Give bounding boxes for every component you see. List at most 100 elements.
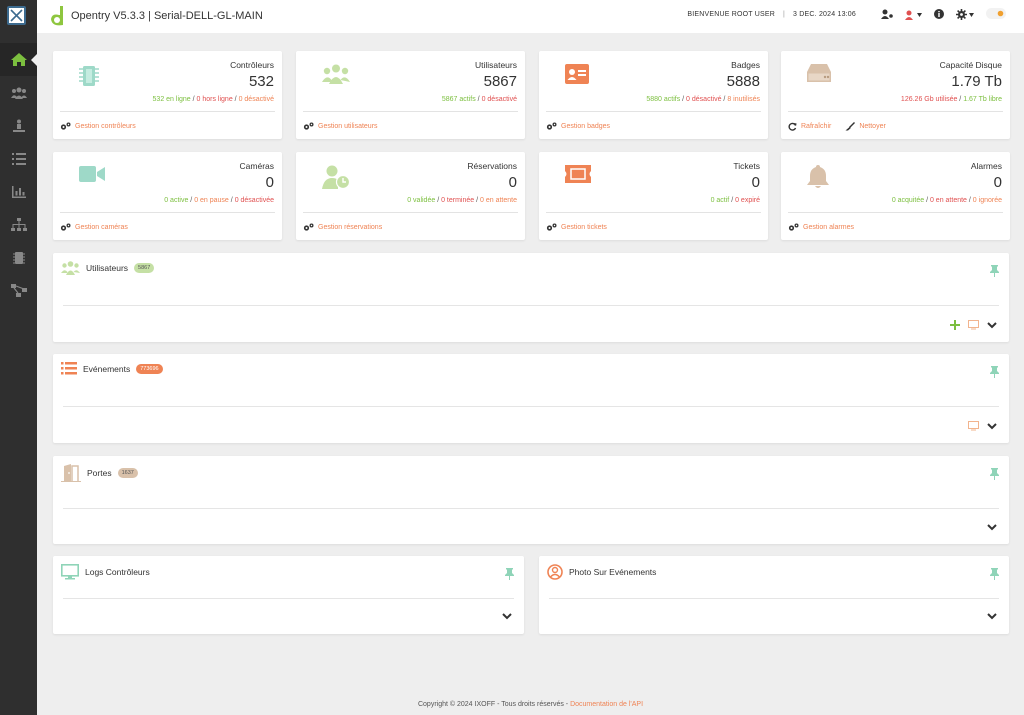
monitor-icon: [968, 421, 979, 431]
sidebar-item-users[interactable]: [0, 76, 37, 109]
app-title: Opentry V5.3.3 | Serial-DELL-GL-MAIN: [71, 10, 263, 22]
settings-button[interactable]: [956, 9, 974, 20]
bell-icon: [807, 165, 829, 191]
cogs-icon: [303, 122, 314, 130]
users-panel: Utilisateurs 5867: [53, 253, 1009, 342]
caret-down-icon: [969, 12, 974, 17]
pin-icon: [990, 568, 999, 580]
pin-button[interactable]: [990, 468, 999, 482]
users-icon: [10, 87, 27, 99]
refresh-link[interactable]: Rafraîchir: [801, 123, 831, 130]
card-value: 1.79 Tb: [951, 73, 1002, 90]
manage-link[interactable]: Gestion badges: [561, 123, 610, 130]
stat-value: 5880 actifs: [646, 96, 681, 103]
sidebar-item-structure[interactable]: [0, 208, 37, 241]
card-title: Alarmes: [970, 161, 1002, 171]
info-button[interactable]: [934, 8, 944, 21]
manage-link[interactable]: Gestion alarmes: [803, 224, 854, 231]
sidebar-item-access[interactable]: [0, 109, 37, 142]
pin-button[interactable]: [990, 265, 999, 279]
manage-link[interactable]: Gestion utilisateurs: [318, 123, 378, 130]
card-controleurs: Contrôleurs 532 532 en ligne / 0 hors lign…: [53, 51, 282, 139]
stat-value: 0 actif: [710, 197, 730, 204]
sidebar-item-stats[interactable]: [0, 175, 37, 208]
chevron-down-icon: [502, 613, 512, 620]
chip-icon: [79, 64, 99, 90]
stat-value: 1.67 Tb libre: [963, 96, 1002, 103]
chevron-down-icon: [987, 613, 997, 620]
plus-icon: [950, 320, 960, 330]
chevron-down-icon: [987, 322, 997, 329]
divider: [303, 212, 518, 213]
pin-button[interactable]: [990, 366, 999, 380]
gear-icon: [956, 9, 967, 20]
manage-link[interactable]: Gestion tickets: [561, 224, 607, 231]
events-panel-controls: [968, 421, 997, 433]
expand-button[interactable]: [502, 612, 512, 622]
topbar: Opentry V5.3.3 | Serial-DELL-GL-MAIN BIE…: [37, 0, 1024, 33]
caret-down-icon: [917, 12, 922, 17]
add-user-button[interactable]: [950, 320, 960, 332]
users-panel-title: Utilisateurs: [86, 263, 129, 273]
events-panel-title: Evénements: [83, 363, 131, 374]
manage-link[interactable]: Gestion réservations: [318, 224, 382, 231]
display-button[interactable]: [968, 320, 979, 332]
sidebar-item-network[interactable]: [0, 274, 37, 307]
chevron-down-icon: [987, 524, 997, 531]
expand-button[interactable]: [987, 523, 997, 533]
chip-icon: [12, 251, 25, 264]
photo-panel: Photo Sur Evénements: [539, 556, 1009, 634]
pin-button[interactable]: [990, 568, 999, 582]
user-settings-button[interactable]: [881, 9, 893, 21]
manage-link[interactable]: Gestion caméras: [75, 224, 128, 231]
card-title: Caméras: [239, 161, 274, 171]
door-icon: [61, 464, 81, 482]
theme-toggle[interactable]: [986, 8, 1006, 21]
app-logo[interactable]: [7, 6, 26, 25]
info-icon: [934, 8, 944, 19]
sidebar-item-controllers[interactable]: [0, 241, 37, 274]
pin-icon: [990, 366, 999, 378]
pin-button[interactable]: [505, 568, 514, 582]
card-alarmes: Alarmes 0 0 acquitée / 0 en attente / 0 ig…: [781, 152, 1010, 240]
sidebar-item-home[interactable]: [0, 43, 38, 76]
monitor-icon: [61, 564, 79, 580]
expand-button[interactable]: [987, 321, 997, 331]
stat-value: 532 en ligne: [152, 96, 191, 103]
photo-panel-title: Photo Sur Evénements: [569, 567, 657, 577]
stat-value: 0 acquitée: [891, 197, 925, 204]
topbar-actions: [881, 8, 1006, 21]
card-footer: Rafraîchir Nettoyer: [788, 122, 886, 131]
users-count-badge: 5867: [134, 263, 155, 273]
sitemap-icon: [10, 218, 27, 231]
footer: Copyright © 2024 IXOFF - Tous droits rés…: [37, 701, 1024, 708]
manage-link[interactable]: Gestion contrôleurs: [75, 123, 136, 130]
chevron-down-icon: [987, 423, 997, 430]
user-circle-icon: [547, 564, 563, 580]
expand-button[interactable]: [987, 422, 997, 432]
divider: [546, 212, 761, 213]
pin-icon: [505, 568, 514, 580]
user-alert-button[interactable]: [905, 10, 922, 20]
ticket-icon: [565, 165, 591, 185]
api-doc-link[interactable]: Documentation de l'API: [570, 701, 643, 708]
card-footer: Gestion contrôleurs: [60, 122, 136, 131]
card-footer: Gestion utilisateurs: [303, 122, 378, 131]
display-button[interactable]: [968, 421, 979, 433]
sidebar-item-events[interactable]: [0, 142, 37, 175]
stat-value: 0 désactivé: [481, 96, 517, 103]
list-icon: [11, 152, 26, 165]
network-icon: [10, 284, 27, 297]
card-title: Utilisateurs: [474, 60, 517, 70]
divider: [63, 508, 999, 509]
card-footer: Gestion réservations: [303, 223, 382, 232]
cogs-icon: [546, 223, 557, 231]
stat-value: 0 en attente: [929, 197, 967, 204]
clean-link[interactable]: Nettoyer: [859, 123, 885, 130]
stat-value: 0 terminée: [441, 197, 475, 204]
card-title: Contrôleurs: [230, 60, 274, 70]
user-cog-icon: [881, 9, 893, 19]
card-stats: 126.26 Gb utilisée / 1.67 Tb libre: [901, 96, 1002, 103]
user-alert-icon: [905, 10, 913, 20]
expand-button[interactable]: [987, 612, 997, 622]
